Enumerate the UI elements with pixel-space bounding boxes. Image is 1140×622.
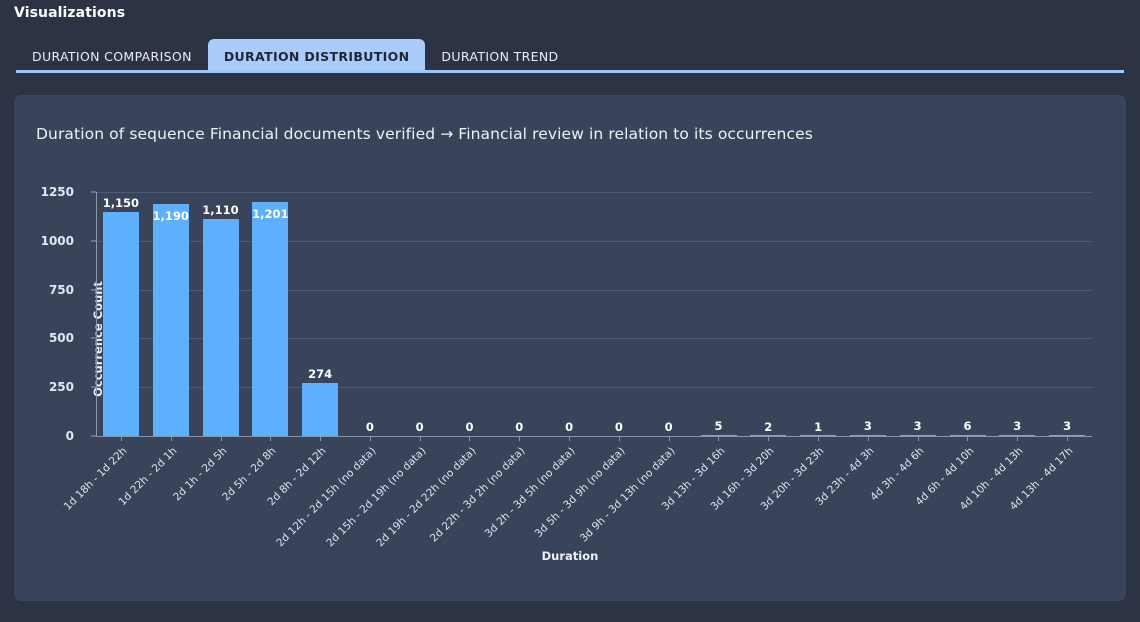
bar[interactable] <box>252 201 289 436</box>
tab-duration-distribution[interactable]: DURATION DISTRIBUTION <box>207 39 426 73</box>
y-axis-tick-label: 250 <box>48 380 74 395</box>
gridline <box>96 387 1092 389</box>
x-axis-line <box>96 436 1092 437</box>
x-tick-mark <box>469 437 470 441</box>
bar-value-label: 274 <box>308 366 333 381</box>
x-tick-mark <box>1067 437 1068 441</box>
bar-value-label: 1,201 <box>252 206 289 221</box>
chart-panel: Duration of sequence Financial documents… <box>14 95 1126 601</box>
bar[interactable] <box>302 382 339 436</box>
bar[interactable] <box>750 435 787 436</box>
page-title: Visualizations <box>14 5 126 21</box>
y-axis-tick-label: 750 <box>48 282 74 297</box>
x-tick-mark <box>270 437 271 441</box>
bar[interactable] <box>700 435 737 436</box>
x-tick-mark <box>669 437 670 441</box>
x-tick-mark <box>918 437 919 441</box>
y-axis-line <box>96 192 97 437</box>
y-axis-tick-label: 1250 <box>40 185 74 199</box>
tab-duration-comparison[interactable]: DURATION COMPARISON <box>16 39 208 73</box>
bar[interactable] <box>102 211 139 436</box>
bar[interactable] <box>800 435 837 436</box>
bar-value-label: 3 <box>1063 419 1072 434</box>
x-tick-mark <box>868 437 869 441</box>
gridline <box>96 338 1092 340</box>
bar[interactable] <box>999 435 1036 436</box>
bar[interactable] <box>202 219 239 436</box>
gridline <box>96 289 1092 291</box>
x-tick-mark <box>967 437 968 441</box>
x-tick-mark <box>1017 437 1018 441</box>
gridline <box>96 240 1092 242</box>
x-tick-mark <box>121 437 122 441</box>
plot-area: Occurrence Count Duration 0 250 500 750 1000… <box>14 95 1126 601</box>
x-tick-mark <box>619 437 620 441</box>
x-tick-mark <box>718 437 719 441</box>
bar[interactable] <box>152 203 189 436</box>
x-tick-mark <box>320 437 321 441</box>
tab-bar: DURATION COMPARISON DURATION DISTRIBUTION… <box>0 35 1140 73</box>
bar-value-label: 1,150 <box>102 195 140 210</box>
y-axis-tick-label: 1000 <box>40 233 74 248</box>
x-tick-mark <box>420 437 421 441</box>
y-axis-tick-label: 500 <box>48 331 74 346</box>
x-tick-mark <box>171 437 172 441</box>
x-tick-mark <box>818 437 819 441</box>
bar[interactable] <box>849 435 886 436</box>
tab-duration-trend[interactable]: DURATION TREND <box>425 39 574 73</box>
x-tick-mark <box>768 437 769 441</box>
x-tick-mark <box>221 437 222 441</box>
y-axis-tick-label: 0 <box>65 429 74 443</box>
x-tick-mark <box>519 437 520 441</box>
gridline <box>96 192 1092 193</box>
bar[interactable] <box>949 434 986 436</box>
bar[interactable] <box>899 435 936 436</box>
x-tick-mark <box>569 437 570 441</box>
x-tick-mark <box>370 437 371 441</box>
bar[interactable] <box>1049 435 1086 436</box>
